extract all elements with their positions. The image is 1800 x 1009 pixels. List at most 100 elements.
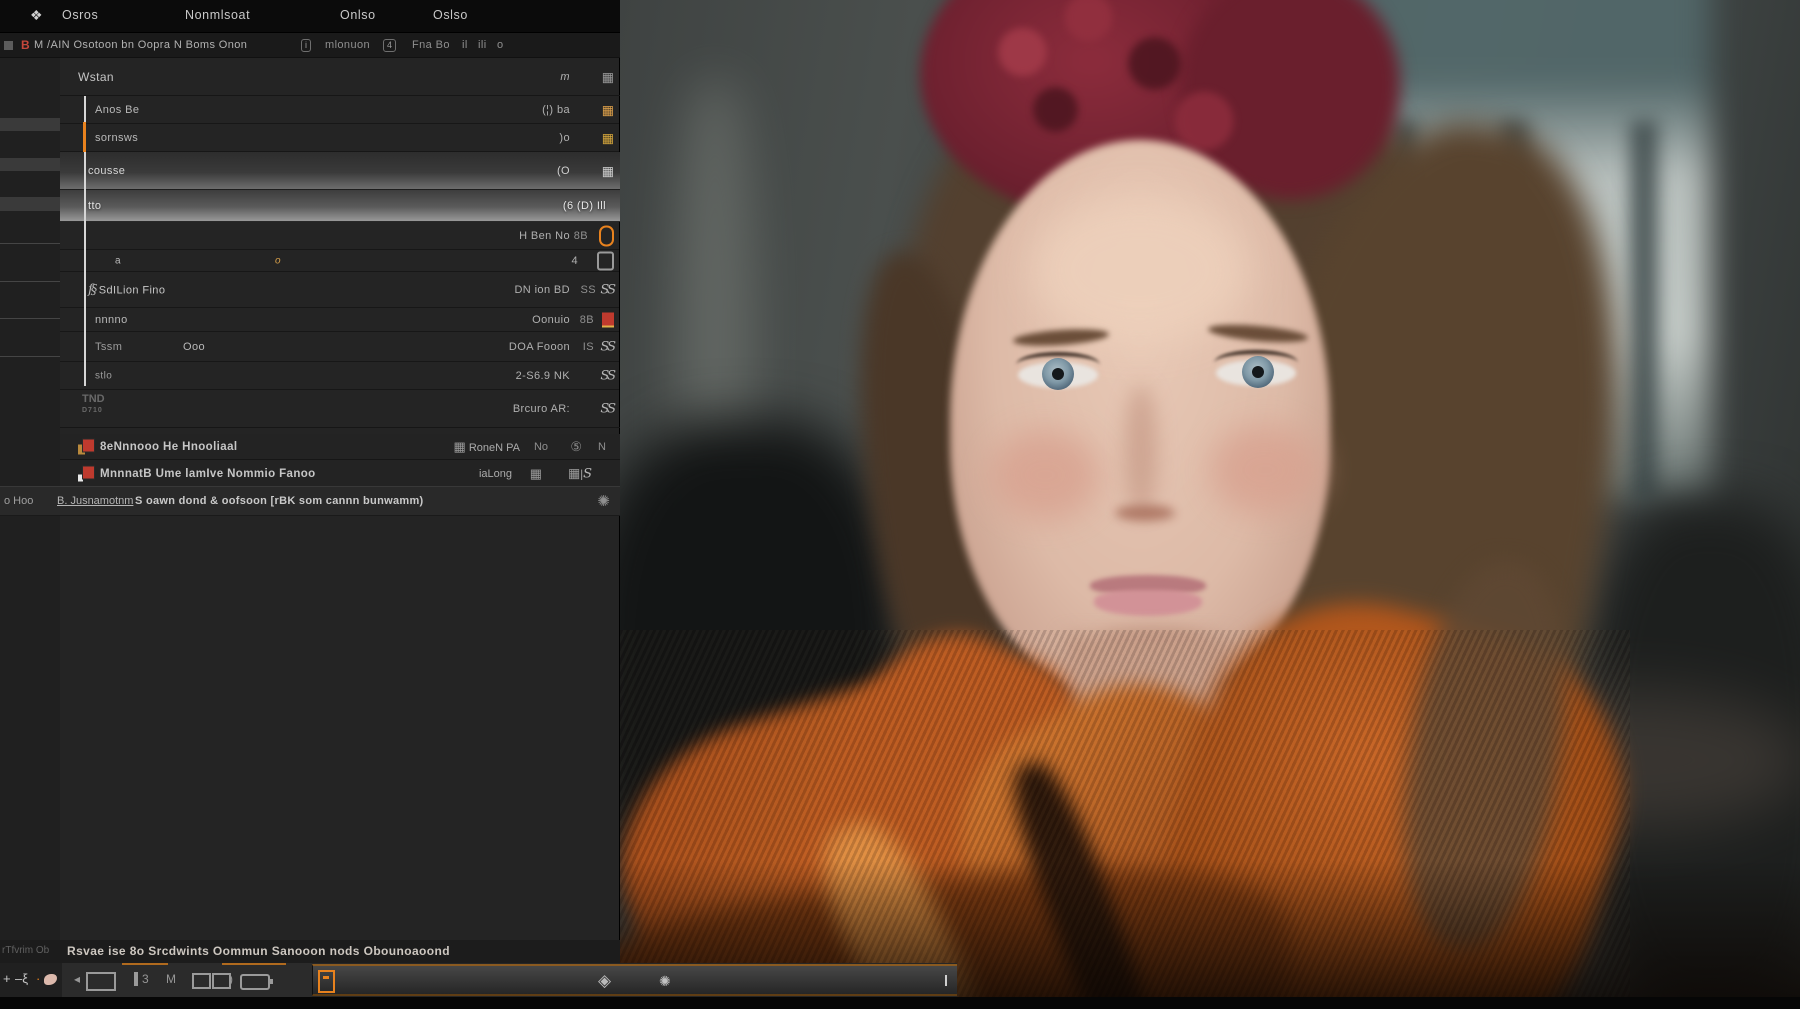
setting-row[interactable]: a o 4: [60, 250, 620, 272]
status-message: S oawn dond & oofsoon [rBK som cannn bun…: [135, 495, 424, 507]
cheek-right: [1210, 425, 1320, 515]
footer-bar: rTfvrim Ob Rsvae ise 8o Srcdwints Oommun…: [0, 940, 620, 963]
grid-slash-icon[interactable]: ▦|S: [568, 466, 590, 481]
timeline-box[interactable]: ◈ ✺: [312, 964, 957, 996]
left-settings-panel: Wstan m ▦ Anos Be (¦) ba ▦ sornsws )o ▦ …: [0, 58, 620, 940]
sync-swirl-icon[interactable]: ✺: [597, 492, 610, 510]
menu-item-2[interactable]: Nonmlsoat: [185, 8, 250, 22]
gutter-stub: [0, 197, 60, 211]
lower-lip: [1094, 590, 1202, 616]
keyframe-diamond-icon[interactable]: ◈: [598, 971, 611, 991]
row-label: nnnno: [95, 314, 128, 326]
footer-left-text: rTfvrim Ob: [2, 945, 49, 956]
ornate-ss-icon[interactable]: SS: [600, 368, 614, 383]
setting-row[interactable]: H Ben No 8B: [60, 222, 620, 250]
alert-right-c: N: [598, 441, 606, 453]
row-label: cousse: [88, 165, 125, 177]
setting-row[interactable]: ſ§ SdILion Fino DN ion BD SS SS: [60, 272, 620, 308]
row-badge: IS: [583, 341, 594, 353]
alert-right-a: RoneN PA: [469, 442, 520, 454]
lead-glyph-icon: ſ§: [88, 282, 95, 297]
setting-row[interactable]: Tssm Ooo DOA Fooon IS SS: [60, 332, 620, 362]
row-badge: 8B: [574, 230, 588, 242]
toolbar-right-label[interactable]: Fna Bo: [412, 39, 450, 51]
alert-row[interactable]: MnnnatB Ume lamIve Nommio Fanoo iaLong ▦…: [60, 460, 620, 488]
bar-icon[interactable]: [134, 972, 138, 986]
row-value: DOA Fooon: [509, 341, 570, 353]
gutter-line: [0, 243, 60, 244]
alert-row[interactable]: 8eNnnooo He Hnooliaal ▦ RoneN PA No ⑤ N: [60, 434, 620, 460]
pen-tool-icon[interactable]: –ξ: [15, 971, 28, 986]
forehead-highlight: [1030, 195, 1250, 345]
record-b-icon[interactable]: B: [21, 38, 30, 52]
m-label[interactable]: M: [166, 972, 176, 986]
row-label-b: Ooo: [183, 341, 205, 353]
mask-blob-tool-icon[interactable]: [44, 974, 57, 985]
setting-row[interactable]: stlo 2-S6.9 NK SS: [60, 362, 620, 390]
settings-rows: Wstan m ▦ Anos Be (¦) ba ▦ sornsws )o ▦ …: [60, 58, 620, 488]
tool-group-view: ◂ 3 M ): [62, 963, 312, 997]
cheek-left: [990, 430, 1100, 520]
canvas-rect-icon[interactable]: [86, 972, 116, 991]
grid-icon[interactable]: ▦: [602, 164, 614, 177]
square-swatch-icon[interactable]: [4, 41, 13, 50]
setting-row-active[interactable]: tto (6 (D) Ill: [60, 190, 620, 222]
menu-item-1[interactable]: Osros: [62, 8, 98, 22]
setting-row[interactable]: nnnno Oonuio 8B: [60, 308, 620, 332]
menu-item-3[interactable]: Onlso: [340, 8, 376, 22]
gutter-line: [0, 281, 60, 282]
grid-glyph: ▦: [530, 467, 542, 480]
grey-pill-icon[interactable]: [597, 251, 614, 270]
secondary-toolbar: B M /AIN Osotoon bn Oopra N Boms Onon i …: [0, 32, 620, 58]
status-bar-row: o Hoo B. Jusnamotnm S oawn dond & oofsoo…: [0, 486, 620, 516]
row-value: H Ben No: [519, 230, 570, 242]
info-badge[interactable]: i: [296, 39, 311, 52]
ornate-ss-icon[interactable]: SS: [600, 401, 614, 416]
status-link[interactable]: B. Jusnamotnm: [57, 495, 133, 507]
crosshair-tool-icon[interactable]: +: [3, 971, 11, 986]
orange-pill-icon[interactable]: [599, 225, 614, 246]
status-left-text: o Hoo: [4, 495, 33, 507]
playhead-tick[interactable]: [945, 975, 947, 986]
lut-frame-icon[interactable]: [318, 970, 335, 993]
gutter-line: [0, 318, 60, 319]
stamp-line2: D710: [82, 407, 103, 414]
row-value: DN ion BD: [514, 284, 570, 296]
right-glyph-2[interactable]: ili: [478, 39, 487, 51]
alert-right-a: iaLong: [479, 468, 512, 480]
nose-base: [1115, 505, 1175, 521]
row-value: (¦) ba: [542, 104, 570, 116]
toolbar-mid-label[interactable]: mlonuon: [325, 39, 370, 51]
grid-icon[interactable]: ▦: [602, 70, 614, 83]
row-label: sornsws: [95, 132, 138, 144]
setting-row[interactable]: TNDD710 Brcuro AR: SS: [60, 390, 620, 428]
row-value: (O: [557, 165, 570, 177]
grid-icon[interactable]: ▦: [530, 467, 542, 481]
row-label: stlo: [95, 370, 112, 381]
lens-swirl-icon[interactable]: ✺: [659, 973, 671, 990]
three-label[interactable]: 3: [142, 972, 149, 986]
circled-number-icon[interactable]: ⑤: [570, 439, 582, 455]
setting-row[interactable]: Anos Be (¦) ba ▦: [60, 96, 620, 124]
setting-row-selected[interactable]: cousse (O ▦: [60, 152, 620, 190]
red-clip-icon[interactable]: [602, 312, 614, 327]
setting-row[interactable]: sornsws )o ▦: [60, 124, 620, 152]
panel-header-row: Wstan m ▦: [60, 58, 620, 96]
mid-badge-glyph: 4: [383, 39, 396, 52]
swatch-yellow-icon[interactable]: ▦: [602, 131, 614, 144]
right-glyph-1[interactable]: il: [462, 39, 468, 51]
row-label: Tssm: [95, 341, 122, 353]
window-mullion: [1630, 120, 1658, 500]
stamp-line1: TND: [82, 393, 105, 405]
pointer-icon[interactable]: ◂: [74, 972, 80, 986]
menu-item-4[interactable]: Oslso: [433, 8, 468, 22]
ornate-ss-icon[interactable]: SS: [600, 282, 614, 297]
ss-glyph: S: [583, 466, 590, 481]
right-glyph-3[interactable]: o: [497, 39, 504, 51]
ornate-ss-icon[interactable]: SS: [600, 339, 614, 354]
header-right-glyph: m: [560, 71, 570, 83]
window-icon[interactable]: [192, 973, 211, 989]
mid-badge[interactable]: 4: [378, 39, 396, 52]
grid-icon: ▦: [453, 440, 465, 453]
swatch-orange-icon[interactable]: ▦: [602, 103, 614, 116]
